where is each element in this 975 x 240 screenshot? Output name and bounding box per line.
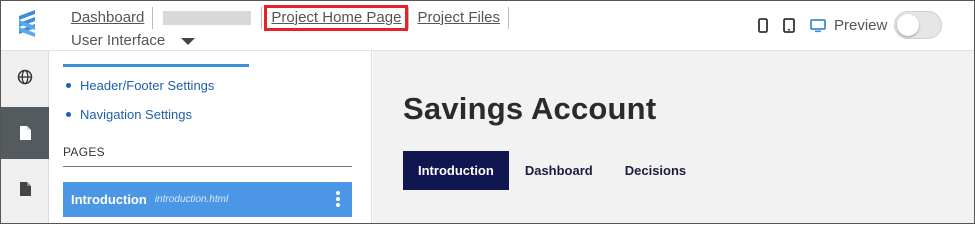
phone-icon[interactable] — [758, 18, 768, 33]
app-logo-icon[interactable] — [15, 8, 39, 40]
rail-item-pages[interactable] — [1, 107, 49, 159]
document-icon — [19, 182, 31, 196]
nav-divider — [508, 7, 509, 29]
panel-accent-bar — [63, 64, 249, 67]
desktop-icon[interactable] — [810, 18, 826, 33]
header-footer-settings-link[interactable]: Header/Footer Settings — [63, 71, 214, 100]
page-title: Savings Account — [403, 91, 657, 126]
tab-dashboard[interactable]: Dashboard — [509, 151, 609, 190]
redacted-project-name — [163, 11, 252, 25]
top-bar: Dashboard Project Home Page Project File… — [1, 1, 974, 51]
breadcrumb-nav: Dashboard Project Home Page Project File… — [63, 5, 509, 31]
more-options-icon[interactable] — [336, 191, 340, 209]
tablet-icon[interactable] — [783, 18, 795, 33]
icon-rail — [1, 51, 49, 223]
nav-dashboard-link[interactable]: Dashboard — [63, 8, 152, 28]
rail-item-globe[interactable] — [1, 51, 49, 103]
page-item-name: Introduction — [71, 192, 147, 207]
navigation-settings-link[interactable]: Navigation Settings — [63, 100, 214, 129]
nav-project-home-link[interactable]: Project Home Page — [264, 5, 409, 31]
globe-icon — [17, 69, 33, 85]
app-window: Dashboard Project Home Page Project File… — [0, 0, 975, 224]
nav-divider — [261, 7, 263, 29]
page-preview: Savings Account Introduction Dashboard D… — [373, 51, 974, 223]
tab-introduction[interactable]: Introduction — [403, 151, 509, 190]
settings-list: Header/Footer Settings Navigation Settin… — [63, 71, 214, 129]
page-icon — [19, 126, 31, 140]
pages-panel: Header/Footer Settings Navigation Settin… — [49, 51, 372, 223]
user-interface-label: User Interface — [71, 32, 166, 49]
pages-heading: PAGES — [63, 145, 352, 167]
page-item-filename: introduction.html — [154, 194, 229, 205]
toggle-knob — [897, 14, 919, 36]
preview-toggle[interactable] — [894, 11, 942, 39]
rail-item-documents[interactable] — [1, 163, 49, 215]
nav-project-files-link[interactable]: Project Files — [409, 8, 508, 28]
preview-label: Preview — [834, 17, 888, 34]
device-switcher — [758, 18, 826, 33]
tab-decisions[interactable]: Decisions — [609, 151, 702, 190]
nav-divider — [152, 7, 154, 29]
preview-tabs: Introduction Dashboard Decisions — [403, 151, 702, 190]
user-interface-dropdown[interactable]: User Interface — [71, 32, 196, 49]
chevron-down-icon — [181, 38, 196, 45]
page-item-introduction[interactable]: Introduction introduction.html — [63, 182, 352, 217]
